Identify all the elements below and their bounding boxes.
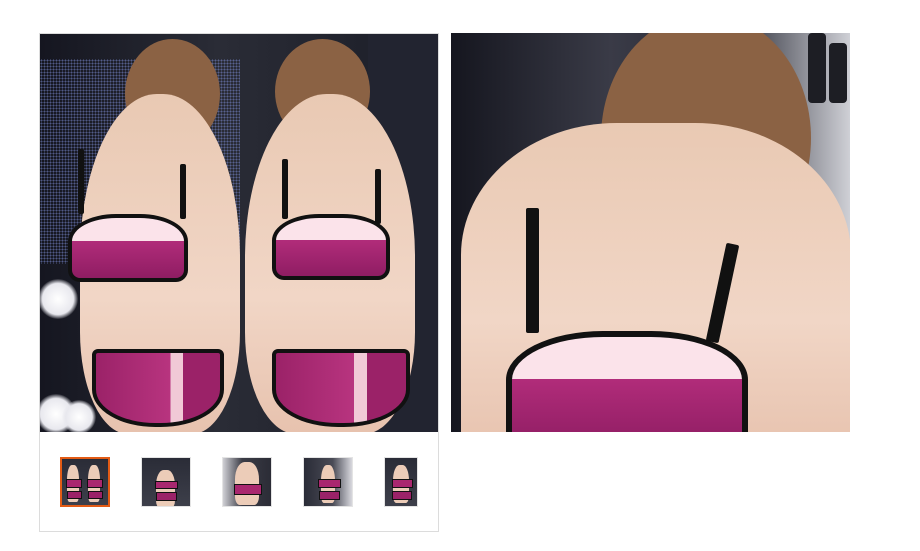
thumbnail-strip bbox=[40, 432, 438, 531]
bra-top bbox=[506, 331, 748, 432]
bra-top bbox=[68, 214, 188, 282]
thumbnail-5[interactable] bbox=[384, 456, 419, 507]
bikini-bottom bbox=[272, 349, 410, 427]
background-bottle bbox=[829, 43, 847, 103]
thumbnail-4[interactable] bbox=[303, 456, 354, 507]
thumbnail-top bbox=[233, 483, 263, 495]
thumbnail-top bbox=[66, 479, 82, 488]
background-bottle bbox=[808, 33, 826, 103]
lamp-light bbox=[40, 279, 78, 319]
thumbnail-3[interactable] bbox=[221, 456, 272, 507]
product-gallery bbox=[39, 33, 439, 532]
thumbnail-2[interactable] bbox=[140, 456, 191, 507]
thumbnail-bottom bbox=[318, 491, 340, 500]
main-product-image[interactable] bbox=[40, 34, 438, 432]
thumbnail-bottom bbox=[88, 490, 104, 500]
thumbnail-bottom bbox=[67, 490, 82, 500]
bikini-bottom bbox=[92, 349, 224, 427]
thumbnail-bottom bbox=[392, 491, 413, 500]
zoomed-image-preview bbox=[451, 33, 850, 432]
thumbnail-bottom bbox=[156, 492, 178, 501]
thumbnail-top bbox=[391, 479, 413, 488]
bra-strap bbox=[282, 159, 288, 219]
bra-strap bbox=[78, 149, 84, 214]
thumbnail-1[interactable] bbox=[59, 456, 110, 507]
thumbnail-top bbox=[317, 479, 341, 488]
thumbnail-top bbox=[87, 479, 104, 488]
lamp-light bbox=[62, 400, 96, 432]
thumbnail-top bbox=[155, 480, 179, 490]
bra-top bbox=[272, 214, 390, 280]
bra-strap bbox=[375, 169, 381, 224]
bra-strap bbox=[180, 164, 186, 219]
bra-strap bbox=[526, 208, 539, 333]
